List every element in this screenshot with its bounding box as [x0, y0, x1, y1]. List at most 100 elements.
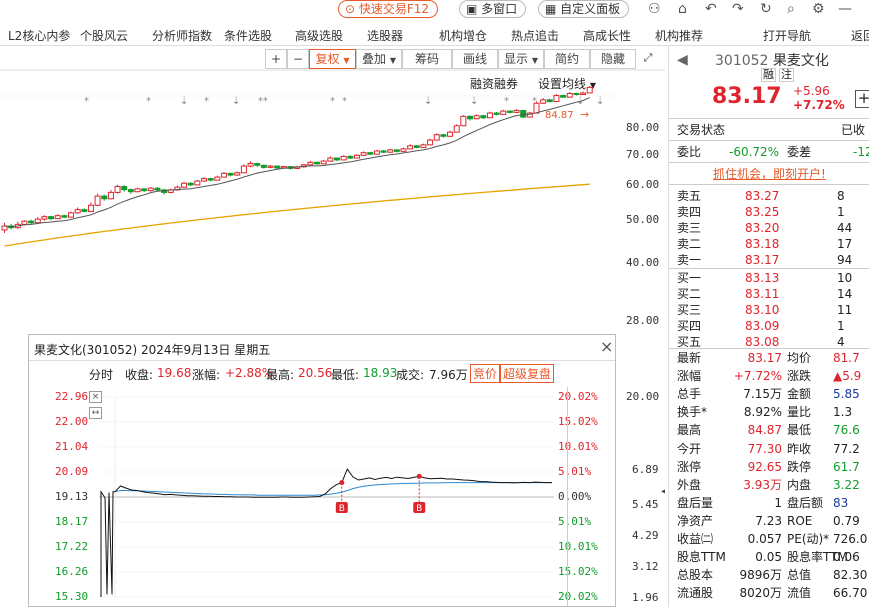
buy-badge-label: B: [339, 504, 345, 514]
ask-row[interactable]: 卖四 83.25 1: [669, 204, 869, 220]
menu-item-l2[interactable]: L2核心内参: [8, 27, 70, 44]
candle-body: [320, 160, 327, 165]
add-watchlist-button[interactable]: +: [855, 90, 869, 108]
ask-row[interactable]: 卖三 83.20 44: [669, 220, 869, 236]
menu-item-analyst[interactable]: 分析师指数: [152, 27, 212, 44]
menu-item-return[interactable]: 返回: [851, 27, 869, 44]
candle-body: [34, 218, 41, 224]
candle-body: [473, 115, 480, 120]
custom-panel-button[interactable]: ▦ 自定义面板: [538, 0, 630, 18]
refresh-icon[interactable]: ↻: [760, 0, 772, 20]
bid-row[interactable]: 买三 83.10 11: [669, 302, 869, 318]
close-small-icon[interactable]: ×: [89, 391, 102, 403]
price-axis-label: 40.00: [626, 256, 660, 269]
ma-line-long: [4, 183, 590, 247]
stat-value: 726.0: [833, 532, 868, 546]
fenshi-tab[interactable]: 分时: [89, 366, 113, 383]
candle-body: [181, 182, 188, 188]
candle-body: [553, 95, 560, 103]
event-marker: *: [204, 96, 209, 107]
minimize-icon[interactable]: —: [838, 0, 852, 20]
candle-body: [480, 115, 487, 119]
menu-item-growth[interactable]: 高成长性: [583, 27, 631, 44]
ask-row[interactable]: 卖二 83.18 17: [669, 236, 869, 252]
level-volume: 1: [837, 319, 845, 333]
open-account-link[interactable]: 抓住机会，即刻开户!: [713, 166, 826, 182]
level-price: 83.18: [745, 237, 780, 251]
forward-icon[interactable]: ↷: [732, 0, 744, 20]
stats-row: 总手 7.15万 金额 5.85: [669, 386, 869, 402]
menu-item-recommend[interactable]: 机构推荐: [655, 27, 703, 44]
popup-title: 果麦文化(301052) 2024年9月13日 星期五: [34, 343, 271, 357]
event-marker: ⇣: [596, 96, 604, 107]
ask-row[interactable]: 卖五 83.27 8: [669, 188, 869, 204]
search-icon[interactable]: ⌕: [787, 0, 795, 20]
chevron-left-icon[interactable]: ◂: [661, 486, 665, 497]
menu-item-selector[interactable]: 选股器: [367, 27, 403, 44]
candle-body: [546, 99, 553, 103]
multi-window-button[interactable]: ▣ 多窗口: [459, 0, 527, 18]
left-axis-label: 21.04: [55, 440, 89, 453]
resize-icon[interactable]: ↔: [89, 407, 102, 419]
stat-value: ▲5.9: [833, 369, 862, 384]
divider: [669, 162, 869, 163]
candle-body: [134, 188, 141, 193]
candle-body: [486, 112, 493, 119]
chevron-left-icon[interactable]: ◀: [677, 52, 688, 68]
candle-body: [240, 165, 247, 174]
stats-row: 盘后量 1 盘后额 83: [669, 495, 869, 511]
level-volume: 11: [837, 303, 853, 317]
level-label: 买二: [677, 287, 702, 301]
back-icon[interactable]: ↶: [705, 0, 717, 20]
candles: [1, 85, 593, 233]
menu-item-condition[interactable]: 条件选股: [224, 27, 272, 44]
stat-value: 61.7: [833, 459, 860, 474]
stat-value: 76.6: [833, 423, 860, 438]
stat-label: 今开: [677, 441, 702, 456]
close-button[interactable]: ×: [600, 337, 613, 356]
ask-row[interactable]: 卖一 83.17 94: [669, 252, 869, 268]
chaoji-fupan-button[interactable]: 超级复盘: [500, 364, 555, 383]
divider: [669, 184, 869, 185]
price-axis-label: 6.89: [632, 463, 659, 476]
event-marker: *: [84, 96, 89, 107]
stat-value: 0.05: [755, 550, 782, 565]
quick-trade-button[interactable]: ⊙ 快速交易F12: [338, 0, 439, 18]
stats-row: 涨幅 +7.72% 涨跌 ▲5.9: [669, 368, 869, 384]
bid-row[interactable]: 买四 83.09 1: [669, 318, 869, 334]
bid-row[interactable]: 买二 83.11 14: [669, 286, 869, 302]
gear-icon[interactable]: ⚙: [812, 0, 825, 20]
stat-label: 金额: [787, 387, 812, 402]
menu-item-hotspot[interactable]: 热点追击: [511, 27, 559, 44]
candle-body: [314, 161, 321, 165]
stat-value: 92.65: [747, 459, 782, 474]
level-label: 卖四: [677, 205, 702, 219]
menu-item-advanced[interactable]: 高级选股: [295, 27, 343, 44]
home-icon[interactable]: ⌂: [678, 0, 687, 20]
stats-row: 流通股 8020万 流值 66.70: [669, 585, 869, 601]
stat-label: 涨停: [677, 459, 702, 474]
menu-item-institution-add[interactable]: 机构增仓: [439, 27, 487, 44]
stat-label: 流通股: [677, 586, 714, 601]
user-icon[interactable]: ⚇: [648, 0, 661, 20]
menu-item-open-nav[interactable]: 打开导航: [763, 27, 811, 44]
candle-body: [427, 139, 434, 146]
level-price: 83.13: [745, 271, 780, 285]
close-label: 收盘:: [125, 368, 154, 382]
promo-row[interactable]: 抓住机会，即刻开户!: [669, 166, 869, 182]
stats-row: 外盘 3.93万 内盘 3.22: [669, 477, 869, 493]
candle-body: [28, 220, 35, 224]
candle-body: [387, 149, 394, 153]
stat-label: 最高: [677, 423, 702, 438]
candle-body: [513, 109, 520, 113]
bid-row[interactable]: 买一 83.13 10: [669, 270, 869, 286]
event-marker: ⇣: [180, 96, 188, 107]
menu-item-gegu[interactable]: 个股风云: [80, 27, 128, 44]
stat-value: 7.15万: [743, 387, 782, 402]
volume-value: 7.96万: [429, 368, 468, 382]
stat-label: 股息TTM: [677, 550, 726, 565]
level-price: 83.10: [745, 303, 780, 317]
jingjia-button[interactable]: 竞价: [470, 364, 501, 383]
divider: [669, 140, 869, 141]
left-axis-label: 18.17: [55, 515, 89, 528]
